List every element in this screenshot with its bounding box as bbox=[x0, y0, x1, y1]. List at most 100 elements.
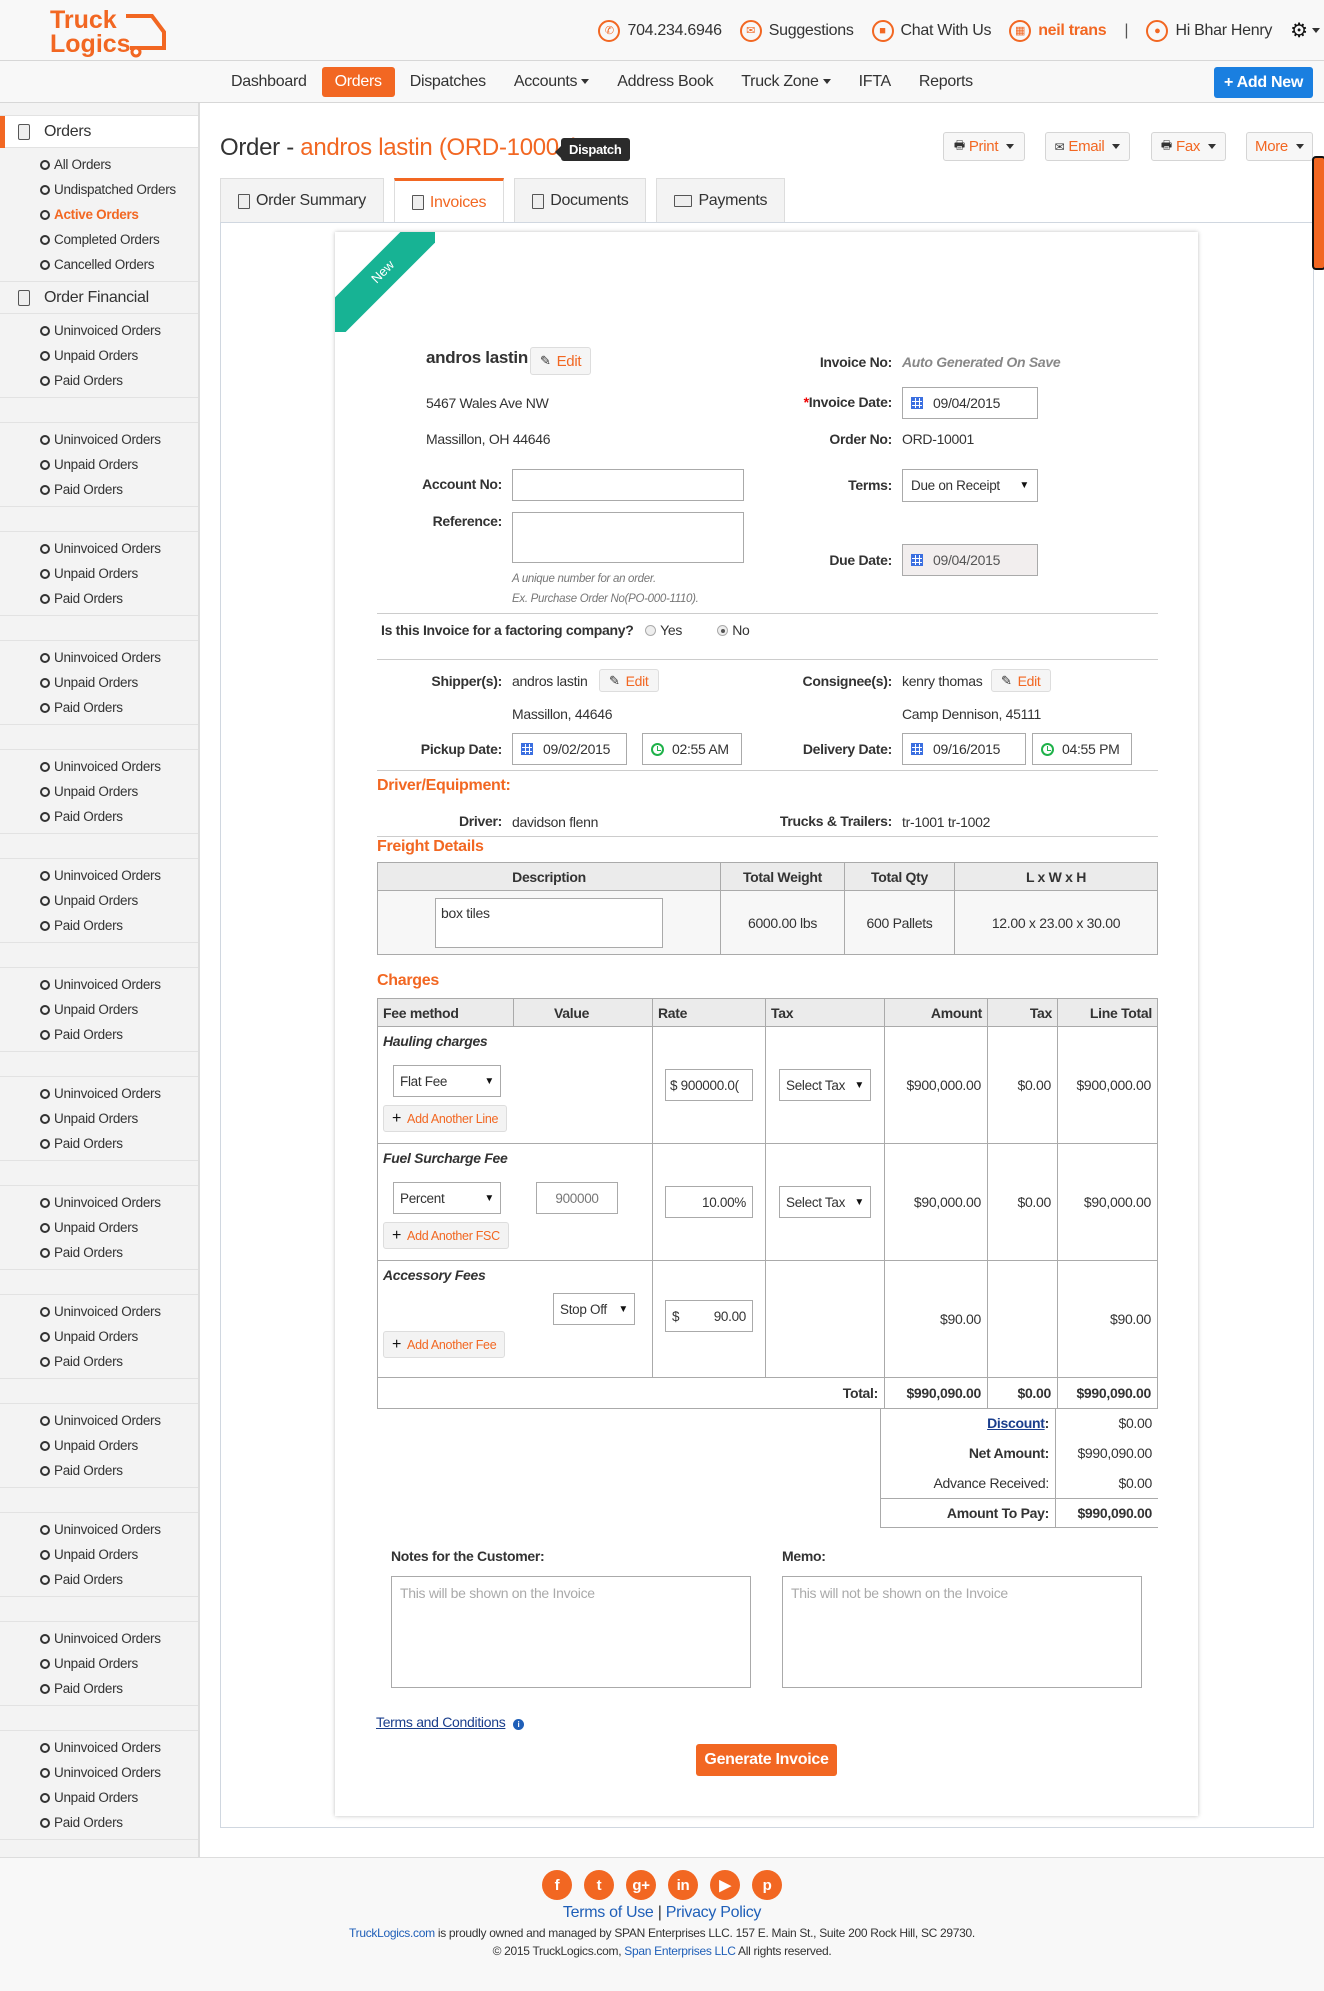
user-menu[interactable]: ● Hi Bhar Henry bbox=[1146, 19, 1272, 42]
freight-description-textarea[interactable]: box tiles bbox=[435, 897, 663, 948]
sidebar-item-unpaid-orders[interactable]: Unpaid Orders bbox=[0, 1106, 198, 1131]
sidebar-item-uninvoiced-orders[interactable]: Uninvoiced Orders bbox=[0, 536, 198, 561]
sidebar-item-cancelled-orders[interactable]: Cancelled Orders bbox=[0, 252, 198, 277]
hauling-rate-input[interactable]: $ 900000.0( bbox=[665, 1069, 753, 1101]
sidebar-item-unpaid-orders[interactable]: Unpaid Orders bbox=[0, 1215, 198, 1240]
tab-invoices[interactable]: Invoices bbox=[393, 178, 505, 224]
more-button[interactable]: More bbox=[1246, 132, 1313, 161]
delivery-time-input[interactable]: 04:55 PM bbox=[1032, 733, 1132, 765]
factoring-yes-radio[interactable] bbox=[645, 625, 657, 636]
sidebar-item-unpaid-orders[interactable]: Unpaid Orders bbox=[0, 1785, 198, 1810]
sidebar-item-unpaid-orders[interactable]: Unpaid Orders bbox=[0, 452, 198, 477]
sidebar-item-paid-orders[interactable]: Paid Orders bbox=[0, 804, 198, 829]
add-another-fee-button[interactable]: + Add Another Fee bbox=[383, 1331, 506, 1358]
sidebar-item-unpaid-orders[interactable]: Unpaid Orders bbox=[0, 1433, 198, 1458]
sidebar-item-paid-orders[interactable]: Paid Orders bbox=[0, 586, 198, 611]
chat-link[interactable]: ■ Chat With Us bbox=[871, 19, 991, 42]
google-plus-icon[interactable]: g+ bbox=[626, 1870, 656, 1900]
phone-link[interactable]: ✆ 704.234.6946 bbox=[598, 19, 722, 42]
sidebar-item-uninvoiced-orders[interactable]: Uninvoiced Orders bbox=[0, 1735, 198, 1760]
account-no-input[interactable] bbox=[512, 469, 744, 501]
privacy-policy-link[interactable]: Privacy Policy bbox=[666, 1904, 762, 1921]
edit-shipper-button[interactable]: ✎ Edit bbox=[599, 669, 659, 692]
delivery-date-input[interactable]: 09/16/2015 bbox=[902, 733, 1026, 765]
sidebar-header-orders[interactable]: Orders bbox=[0, 116, 198, 148]
sidebar-item-paid-orders[interactable]: Paid Orders bbox=[0, 1349, 198, 1374]
sidebar-item-paid-orders[interactable]: Paid Orders bbox=[0, 368, 198, 393]
sidebar-item-undispatched-orders[interactable]: Undispatched Orders bbox=[0, 177, 198, 202]
sidebar-item-unpaid-orders[interactable]: Unpaid Orders bbox=[0, 779, 198, 804]
linkedin-icon[interactable]: in bbox=[668, 1870, 698, 1900]
hauling-method-select[interactable]: Flat Fee ▼ bbox=[393, 1065, 501, 1097]
sidebar-item-completed-orders[interactable]: Completed Orders bbox=[0, 227, 198, 252]
memo-textarea[interactable]: This will not be shown on the Invoice bbox=[782, 1576, 1142, 1688]
email-button[interactable]: ✉ Email bbox=[1045, 132, 1130, 161]
sidebar-item-uninvoiced-orders[interactable]: Uninvoiced Orders bbox=[0, 318, 198, 343]
nav-address-book[interactable]: Address Book bbox=[604, 67, 726, 97]
nav-truck-zone[interactable]: Truck Zone bbox=[728, 67, 843, 97]
sidebar-item-unpaid-orders[interactable]: Unpaid Orders bbox=[0, 1651, 198, 1676]
fuel-value-input[interactable]: 900000 bbox=[536, 1182, 618, 1214]
sidebar-item-uninvoiced-orders[interactable]: Uninvoiced Orders bbox=[0, 863, 198, 888]
sidebar-item-paid-orders[interactable]: Paid Orders bbox=[0, 1240, 198, 1265]
terms-of-use-link[interactable]: Terms of Use bbox=[563, 1904, 654, 1921]
sidebar-item-unpaid-orders[interactable]: Unpaid Orders bbox=[0, 561, 198, 586]
tab-payments[interactable]: Payments bbox=[656, 178, 786, 223]
pickup-date-input[interactable]: 09/02/2015 bbox=[512, 733, 627, 765]
print-button[interactable]: 🖶 Print bbox=[943, 132, 1025, 161]
reference-textarea[interactable] bbox=[512, 512, 744, 563]
sidebar-item-active-orders[interactable]: Active Orders bbox=[0, 202, 198, 227]
nav-orders[interactable]: Orders bbox=[321, 67, 395, 97]
sidebar-item-unpaid-orders[interactable]: Unpaid Orders bbox=[0, 343, 198, 368]
twitter-icon[interactable]: t bbox=[584, 1870, 614, 1900]
sidebar-item-uninvoiced-orders[interactable]: Uninvoiced Orders bbox=[0, 1408, 198, 1433]
sidebar-item-unpaid-orders[interactable]: Unpaid Orders bbox=[0, 997, 198, 1022]
sidebar-item-uninvoiced-orders[interactable]: Uninvoiced Orders bbox=[0, 1626, 198, 1651]
generate-invoice-button[interactable]: Generate Invoice bbox=[696, 1744, 837, 1776]
company-link[interactable]: ▦ neil trans bbox=[1009, 19, 1107, 42]
invoice-date-input[interactable]: 09/04/2015 bbox=[902, 387, 1038, 419]
suggestions-link[interactable]: ✉ Suggestions bbox=[739, 19, 854, 42]
notes-customer-textarea[interactable]: This will be shown on the Invoice bbox=[391, 1576, 751, 1688]
nav-dispatches[interactable]: Dispatches bbox=[397, 67, 499, 97]
facebook-icon[interactable]: f bbox=[542, 1870, 572, 1900]
sidebar-item-uninvoiced-orders[interactable]: Uninvoiced Orders bbox=[0, 754, 198, 779]
fax-button[interactable]: 🖶 Fax bbox=[1151, 132, 1226, 161]
edit-customer-button[interactable]: ✎ Edit bbox=[530, 347, 592, 375]
terms-select[interactable]: Due on Receipt ▼ bbox=[902, 469, 1038, 502]
sidebar-item-paid-orders[interactable]: Paid Orders bbox=[0, 913, 198, 938]
sidebar-item-all-orders[interactable]: All Orders bbox=[0, 152, 198, 177]
sidebar-header-order-financial[interactable]: Order Financial bbox=[0, 282, 198, 314]
due-date-input[interactable]: 09/04/2015 bbox=[902, 544, 1038, 576]
sidebar-item-paid-orders[interactable]: Paid Orders bbox=[0, 477, 198, 502]
sidebar-item-unpaid-orders[interactable]: Unpaid Orders bbox=[0, 670, 198, 695]
fuel-tax-select[interactable]: Select Tax ▼ bbox=[779, 1186, 871, 1218]
sidebar-item-unpaid-orders[interactable]: Unpaid Orders bbox=[0, 888, 198, 913]
add-another-fsc-button[interactable]: + Add Another FSC bbox=[383, 1222, 509, 1249]
scrollbar-thumb[interactable] bbox=[1312, 156, 1324, 270]
sidebar-item-uninvoiced-orders[interactable]: Uninvoiced Orders bbox=[0, 645, 198, 670]
span-enterprises-link[interactable]: Span Enterprises LLC bbox=[624, 1944, 736, 1958]
sidebar-item-unpaid-orders[interactable]: Unpaid Orders bbox=[0, 1324, 198, 1349]
nav-reports[interactable]: Reports bbox=[906, 67, 986, 97]
sidebar-item-paid-orders[interactable]: Paid Orders bbox=[0, 1676, 198, 1701]
sidebar-item-uninvoiced-orders[interactable]: Uninvoiced Orders bbox=[0, 972, 198, 997]
nav-ifta[interactable]: IFTA bbox=[846, 67, 904, 97]
sidebar-item-paid-orders[interactable]: Paid Orders bbox=[0, 1131, 198, 1156]
nav-accounts[interactable]: Accounts bbox=[501, 67, 602, 97]
pinterest-icon[interactable]: p bbox=[752, 1870, 782, 1900]
accessory-method-select[interactable]: Stop Off ▼ bbox=[553, 1293, 635, 1325]
fuel-method-select[interactable]: Percent ▼ bbox=[393, 1182, 501, 1214]
sidebar-item-uninvoiced-orders[interactable]: Uninvoiced Orders bbox=[0, 427, 198, 452]
fuel-rate-input[interactable]: 10.00% bbox=[665, 1186, 753, 1218]
edit-consignee-button[interactable]: ✎ Edit bbox=[991, 669, 1051, 692]
trucklogics-logo[interactable]: Truck Logics bbox=[48, 4, 170, 58]
sidebar-item-paid-orders[interactable]: Paid Orders bbox=[0, 1022, 198, 1047]
sidebar-item-uninvoiced-orders[interactable]: Uninvoiced Orders bbox=[0, 1517, 198, 1542]
nav-dashboard[interactable]: Dashboard bbox=[218, 67, 320, 97]
gear-icon[interactable]: ⚙ bbox=[1290, 18, 1308, 43]
add-another-line-button[interactable]: + Add Another Line bbox=[383, 1105, 508, 1132]
sidebar-item-paid-orders[interactable]: Paid Orders bbox=[0, 695, 198, 720]
tab-documents[interactable]: Documents bbox=[514, 178, 647, 223]
sidebar-item-paid-orders[interactable]: Paid Orders bbox=[0, 1458, 198, 1483]
